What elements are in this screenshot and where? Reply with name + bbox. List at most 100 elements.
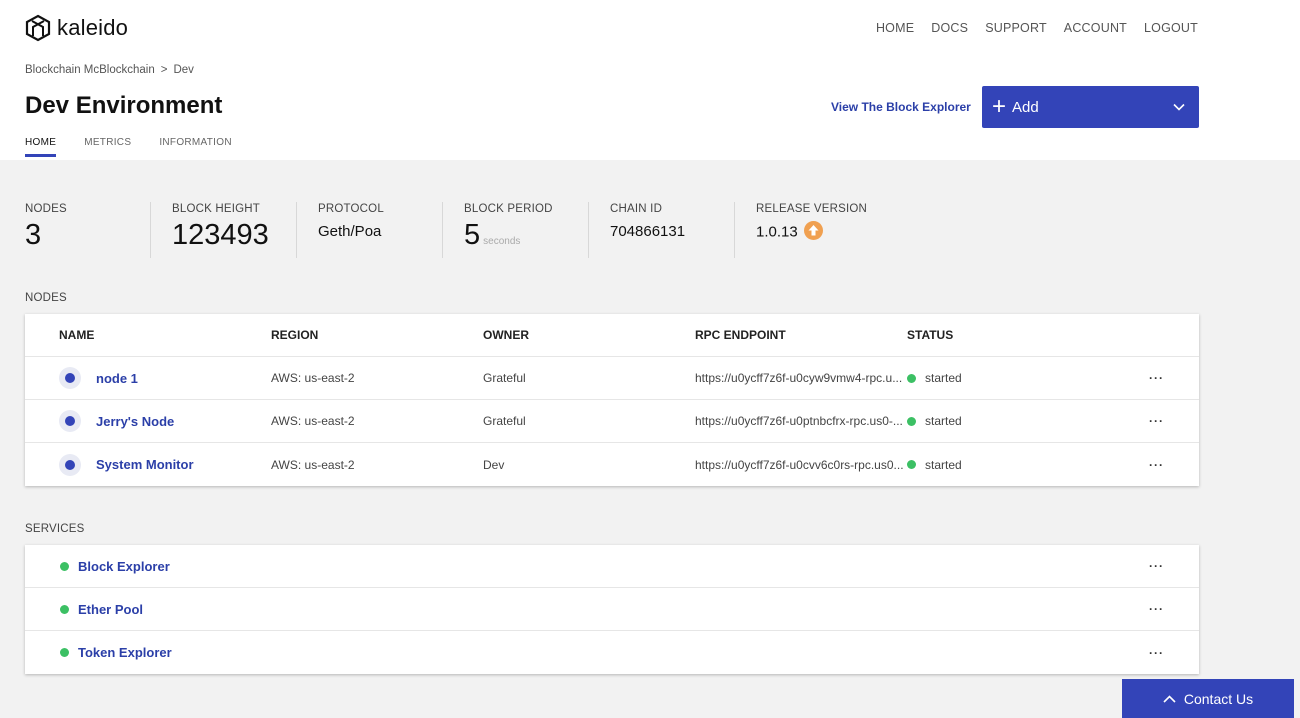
more-options-icon[interactable]: ···	[1149, 545, 1164, 587]
more-options-icon[interactable]: ···	[1149, 631, 1164, 674]
chevron-up-icon	[1163, 694, 1176, 703]
tab-home[interactable]: HOME	[25, 137, 57, 157]
node-status-text: started	[925, 414, 962, 428]
add-button-label: Add	[1012, 98, 1039, 116]
block-period-unit: seconds	[483, 236, 521, 247]
table-row[interactable]: node 1 AWS: us-east-2 Grateful https://u…	[25, 357, 1199, 400]
node-status: started	[907, 357, 962, 399]
nav-support[interactable]: SUPPORT	[985, 21, 1047, 35]
add-button[interactable]: + Add	[982, 86, 1199, 128]
node-name-link[interactable]: Jerry's Node	[96, 414, 174, 429]
status-dot-icon	[907, 373, 916, 383]
list-item[interactable]: Token Explorer ···	[25, 631, 1199, 674]
contact-us-button[interactable]: Contact Us	[1122, 679, 1294, 718]
node-rpc-endpoint: https://u0ycff7z6f-u0cvv6c0rs-rpc.us0...	[695, 443, 905, 486]
more-options-icon[interactable]: ···	[1149, 400, 1164, 442]
view-block-explorer-link[interactable]: View The Block Explorer	[831, 100, 971, 114]
stat-release-version-value: 1.0.13	[756, 221, 880, 242]
stat-release-version: RELEASE VERSION 1.0.13	[734, 202, 880, 258]
node-owner: Grateful	[483, 414, 526, 428]
status-dot-icon	[907, 416, 916, 426]
brand-name: kaleido	[57, 15, 129, 40]
node-status: started	[907, 443, 962, 486]
nav-home[interactable]: HOME	[876, 21, 914, 35]
nav-docs[interactable]: DOCS	[931, 21, 968, 35]
header-status[interactable]: STATUS	[907, 314, 953, 356]
contact-us-label: Contact Us	[1183, 690, 1254, 707]
services-section-label: SERVICES	[25, 523, 85, 535]
stat-protocol-value: Geth/Poa	[318, 223, 382, 240]
node-owner: Grateful	[483, 371, 526, 385]
table-row[interactable]: Jerry's Node AWS: us-east-2 Grateful htt…	[25, 400, 1199, 443]
list-item[interactable]: Ether Pool ···	[25, 588, 1199, 631]
node-name-cell: Jerry's Node	[59, 400, 174, 442]
node-name-cell: System Monitor	[59, 443, 194, 486]
node-rpc-endpoint: https://u0ycff7z6f-u0cyw9vmw4-rpc.u...	[695, 357, 905, 399]
status-dot-icon	[60, 561, 69, 571]
node-rpc-endpoint: https://u0ycff7z6f-u0ptnbcfrx-rpc.us0-..…	[695, 400, 905, 442]
list-item[interactable]: Block Explorer ···	[25, 545, 1199, 588]
node-name-link[interactable]: node 1	[96, 371, 138, 386]
tab-bar: HOME METRICS INFORMATION	[25, 137, 232, 157]
release-version-number: 1.0.13	[756, 223, 798, 241]
node-rpc-text[interactable]: https://u0ycff7z6f-u0ptnbcfrx-rpc.us0-..…	[695, 414, 903, 428]
status-dot-icon	[60, 648, 69, 657]
node-region: AWS: us-east-2	[271, 371, 355, 385]
plus-icon: +	[992, 93, 1007, 120]
more-options-icon[interactable]: ···	[1149, 443, 1164, 486]
breadcrumb-separator: >	[160, 64, 168, 76]
page-title: Dev Environment	[25, 92, 223, 119]
block-period-number: 5	[464, 219, 481, 251]
status-dot-icon	[907, 460, 916, 469]
kaleido-logo-icon	[25, 14, 51, 42]
tab-information[interactable]: INFORMATION	[159, 137, 232, 157]
tab-metrics[interactable]: METRICS	[84, 137, 131, 157]
stat-nodes-label: NODES	[25, 203, 67, 215]
kaleido-logo[interactable]: kaleido	[25, 14, 128, 42]
node-status: started	[907, 400, 962, 442]
stat-chain-id: CHAIN ID 704866131	[588, 202, 734, 258]
nav-account[interactable]: ACCOUNT	[1064, 21, 1127, 35]
stat-protocol: PROTOCOL Geth/Poa	[296, 202, 442, 258]
top-bar: kaleido HOME DOCS SUPPORT ACCOUNT LOGOUT…	[0, 0, 1300, 160]
table-header-row: NAME REGION OWNER RPC ENDPOINT STATUS	[25, 314, 1199, 357]
top-nav: HOME DOCS SUPPORT ACCOUNT LOGOUT	[876, 21, 1198, 35]
nav-logout[interactable]: LOGOUT	[1144, 21, 1198, 35]
node-name-link[interactable]: System Monitor	[96, 457, 194, 472]
more-options-icon[interactable]: ···	[1149, 588, 1164, 630]
upgrade-arrow-icon[interactable]	[803, 221, 823, 240]
node-status-text: started	[925, 371, 962, 385]
stat-nodes: NODES 3	[25, 202, 150, 258]
node-rpc-text[interactable]: https://u0ycff7z6f-u0cvv6c0rs-rpc.us0...	[695, 458, 904, 472]
breadcrumb: Blockchain McBlockchain > Dev	[25, 64, 194, 76]
nodes-table: NAME REGION OWNER RPC ENDPOINT STATUS no…	[25, 314, 1199, 486]
stat-nodes-value: 3	[25, 219, 42, 251]
more-options-icon[interactable]: ···	[1149, 357, 1164, 399]
breadcrumb-parent[interactable]: Blockchain McBlockchain	[25, 64, 155, 76]
stat-block-height-value: 123493	[172, 219, 269, 251]
stats-bar: NODES 3 BLOCK HEIGHT 123493 PROTOCOL Get…	[25, 202, 880, 258]
table-row[interactable]: System Monitor AWS: us-east-2 Dev https:…	[25, 443, 1199, 486]
stat-block-period-label: BLOCK PERIOD	[464, 203, 553, 215]
service-link[interactable]: Token Explorer	[78, 645, 172, 660]
header-name[interactable]: NAME	[59, 314, 94, 356]
chevron-down-icon	[1173, 103, 1185, 111]
node-status-text: started	[925, 457, 962, 472]
header-region[interactable]: REGION	[271, 314, 318, 356]
stat-chain-id-label: CHAIN ID	[610, 203, 663, 215]
service-link[interactable]: Block Explorer	[78, 559, 170, 574]
node-rpc-text[interactable]: https://u0ycff7z6f-u0cyw9vmw4-rpc.u...	[695, 371, 902, 385]
stat-block-period: BLOCK PERIOD 5 seconds	[442, 202, 588, 258]
status-dot-icon	[60, 604, 69, 614]
node-icon	[59, 410, 81, 432]
header-owner[interactable]: OWNER	[483, 314, 529, 356]
node-icon	[59, 367, 81, 389]
nodes-section-label: NODES	[25, 292, 67, 304]
header-rpc-endpoint[interactable]: RPC ENDPOINT	[695, 314, 905, 356]
services-list: Block Explorer ··· Ether Pool ··· Token …	[25, 545, 1199, 674]
node-owner: Dev	[483, 457, 505, 472]
stat-block-period-value: 5 seconds	[464, 219, 588, 252]
service-link[interactable]: Ether Pool	[78, 602, 143, 617]
stat-release-version-label: RELEASE VERSION	[756, 203, 868, 215]
stat-block-height-label: BLOCK HEIGHT	[172, 203, 261, 215]
